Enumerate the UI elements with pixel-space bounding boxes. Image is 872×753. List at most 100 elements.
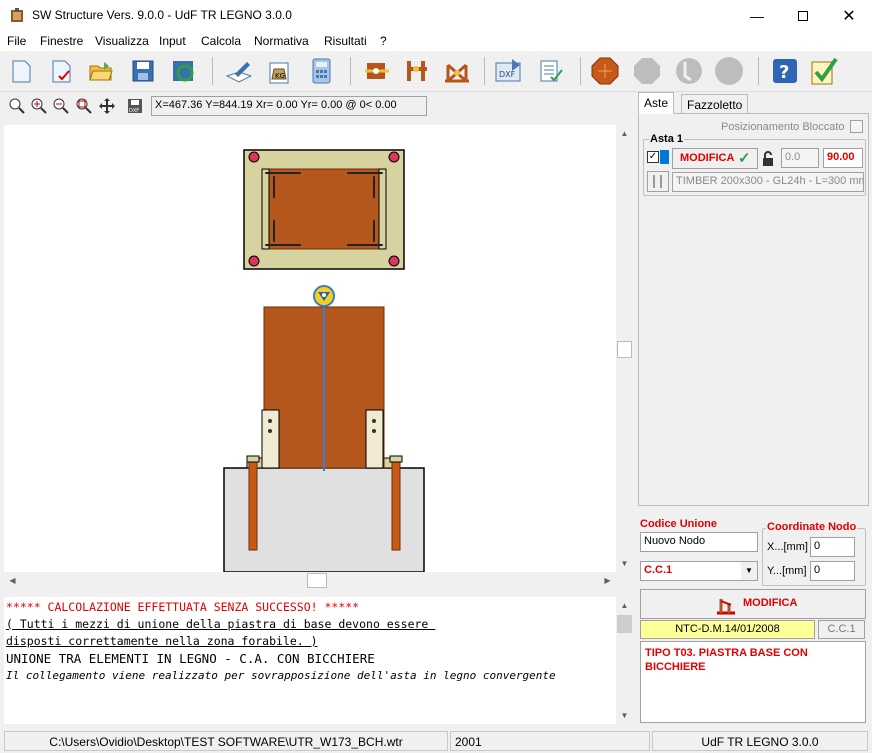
lock-position-checkbox[interactable] [850,120,863,133]
maximize-icon [798,10,808,21]
save-as-button[interactable] [168,56,198,86]
save-icon [132,60,154,82]
chevron-down-icon[interactable]: ▼ [741,562,757,580]
column-elevation [223,300,425,572]
scroll-left-arrow-icon[interactable]: ◀ [4,572,21,589]
scroll-down-arrow-icon[interactable]: ▼ [616,555,633,572]
menu-visualizza[interactable]: Visualizza [95,34,149,48]
circle-disabled-icon [715,57,743,85]
structure-drawing [223,149,425,572]
menu-risultati[interactable]: Risultati [324,34,367,48]
zoom-out-button[interactable] [52,97,70,115]
zoom-in-button[interactable] [30,97,48,115]
console-scrollbar[interactable]: ▲ ▼ [616,597,633,724]
scroll-thumb[interactable] [617,615,632,633]
check-icon [811,57,838,85]
circle-disabled-icon [676,58,702,84]
help-button[interactable]: ? [770,56,800,86]
tab-aste[interactable]: Aste [638,92,675,114]
toolbar-separator [484,57,485,85]
joint-tool-2-button[interactable] [402,56,432,86]
scroll-thumb[interactable] [307,573,327,588]
console-line: ***** CALCOLAZIONE EFFETTUATA SENZA SUCC… [6,600,360,614]
disabled-tool-3-button[interactable] [714,56,744,86]
asta-modify-button[interactable]: MODIFICA ✓ [672,148,758,169]
zoom-window-button[interactable] [75,97,93,115]
scroll-right-arrow-icon[interactable]: ▶ [599,572,616,589]
disabled-tool-2-button[interactable] [674,56,704,86]
menu-input[interactable]: Input [159,34,186,48]
report-button[interactable] [536,56,566,86]
lock-icon[interactable] [761,151,779,167]
save-button[interactable] [128,56,158,86]
report-icon [540,60,563,82]
canvas-horizontal-scrollbar[interactable]: ◀ ▶ [4,572,616,589]
main-toolbar: KG DXF ? [0,51,872,92]
scroll-up-arrow-icon[interactable]: ▲ [616,125,633,142]
x-coord-field[interactable]: 0 [810,537,855,557]
new-check-button[interactable] [46,56,76,86]
svg-text:KG: KG [275,72,285,80]
codice-unione-field[interactable]: Nuovo Nodo [640,532,758,552]
pan-icon [99,98,115,114]
canvas-vertical-scrollbar[interactable]: ▲ ▼ [616,125,633,572]
pan-button[interactable] [98,97,116,115]
dxf-export-button[interactable]: DXF [494,56,524,86]
dxf-save-button[interactable]: DXF [126,97,144,115]
tab-fazzoletto[interactable]: Fazzoletto [681,94,749,114]
angle-end-field[interactable]: 90.00 [823,148,863,168]
zoom-fit-icon [9,98,25,114]
asta-group-title: Asta 1 [649,133,685,145]
zoom-in-icon [31,98,47,114]
minimize-button[interactable]: — [734,0,780,31]
status-bar: C:\Users\Ovidio\Desktop\TEST SOFTWARE\UT… [0,729,872,753]
y-coord-field[interactable]: 0 [810,561,855,581]
disabled-tool-1-button[interactable] [632,56,662,86]
section-field[interactable]: TIMBER 200x300 - GL24h - L=300 mm [672,172,864,192]
scroll-up-arrow-icon[interactable]: ▲ [616,597,633,614]
menu-help[interactable]: ? [380,34,387,48]
3d-view-button[interactable] [590,56,620,86]
joint-frame-icon [407,61,427,81]
edit-book-button[interactable] [224,56,254,86]
menu-calcola[interactable]: Calcola [201,34,241,48]
maximize-button[interactable] [780,0,826,31]
joint-tool-1-button[interactable] [362,56,392,86]
scroll-down-arrow-icon[interactable]: ▼ [616,707,633,724]
menu-normativa[interactable]: Normativa [254,34,309,48]
svg-text:DXF: DXF [499,70,516,79]
new-file-button[interactable] [6,56,36,86]
confirm-button[interactable] [810,56,840,86]
octagon-wood-icon [591,57,619,85]
asta-color-swatch[interactable] [660,150,669,164]
aste-tab-page: Posizionamento Bloccato Asta 1 ✓ MODIFIC… [638,113,869,506]
joint-tool-3-button[interactable] [442,56,472,86]
new-check-icon [52,60,71,83]
asta-enabled-checkbox[interactable]: ✓ [647,151,659,163]
minimize-icon: — [750,7,764,24]
save-dxf-icon: DXF [128,99,142,114]
title-bar: SW Structure Vers. 9.0.0 - UdF TR LEGNO … [0,0,872,31]
scroll-thumb[interactable] [617,341,632,358]
menu-file[interactable]: File [7,34,26,48]
octagon-disabled-icon [634,58,660,84]
app-icon [9,8,25,24]
node-modify-button[interactable]: MODIFICA [640,589,866,619]
drawing-canvas[interactable] [4,125,616,572]
weight-button[interactable]: KG [264,56,294,86]
node-marker-icon[interactable] [313,285,335,307]
calculator-button[interactable] [306,56,336,86]
angle-start-field[interactable]: 0.0 [781,148,819,168]
cc-badge: C.C.1 [818,620,865,639]
open-folder-button[interactable] [86,56,116,86]
menu-finestre[interactable]: Finestre [40,34,83,48]
window-title: SW Structure Vers. 9.0.0 - UdF TR LEGNO … [32,8,292,22]
close-icon: ✕ [842,7,856,25]
status-code: 2001 [450,731,650,751]
load-combination-select[interactable]: C.C.1 ▼ [640,561,758,581]
close-button[interactable]: ✕ [826,0,872,31]
check-icon: ✓ [738,150,751,167]
section-type-icon[interactable] [647,171,669,192]
weight-load-icon: KG [269,62,289,84]
zoom-fit-button[interactable] [8,97,26,115]
